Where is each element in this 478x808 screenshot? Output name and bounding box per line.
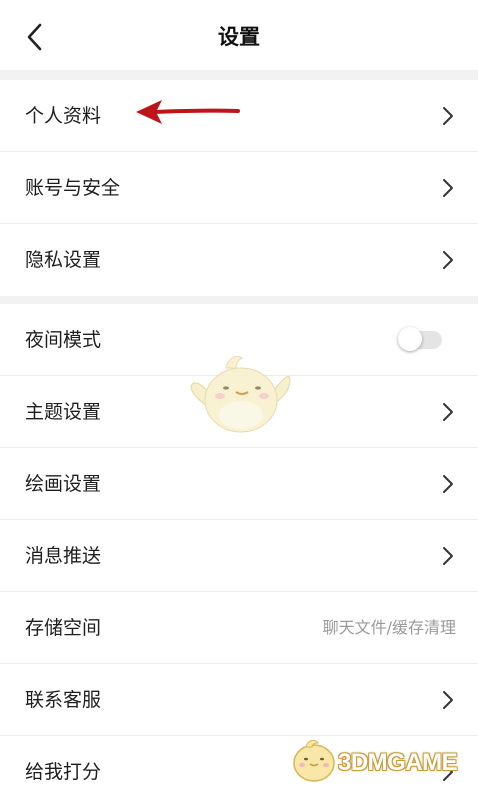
chevron-right-icon xyxy=(443,475,453,493)
settings-item-label: 主题设置 xyxy=(25,401,102,423)
chevron-right-icon xyxy=(443,179,453,197)
settings-item-privacy[interactable]: 隐私设置 xyxy=(0,224,478,296)
settings-item-label: 存储空间 xyxy=(25,617,102,639)
watermark-text: 3DMGAME xyxy=(338,749,458,776)
settings-item-label: 消息推送 xyxy=(25,545,102,567)
chevron-right-icon xyxy=(443,107,453,125)
chevron-right-icon xyxy=(443,547,453,565)
nav-header: 设置 xyxy=(0,0,478,70)
settings-item-label: 账号与安全 xyxy=(25,177,121,199)
annotation-arrow-icon xyxy=(136,100,240,124)
duck-logo-icon xyxy=(293,739,335,782)
settings-item-label: 绘画设置 xyxy=(25,473,102,495)
night-mode-toggle[interactable] xyxy=(398,327,442,351)
settings-item-label: 联系客服 xyxy=(25,689,102,711)
toggle-knob xyxy=(398,327,422,351)
chevron-right-icon xyxy=(443,691,453,709)
settings-item-label: 隐私设置 xyxy=(25,249,102,271)
storage-hint: 聊天文件/缓存清理 xyxy=(322,618,456,637)
mascot-watermark-icon xyxy=(190,355,291,433)
settings-item-storage[interactable]: 存储空间 聊天文件/缓存清理 xyxy=(0,592,478,664)
chevron-right-icon xyxy=(443,403,453,421)
settings-item-drawing[interactable]: 绘画设置 xyxy=(0,448,478,520)
settings-item-customer-service[interactable]: 联系客服 xyxy=(0,664,478,736)
settings-item-notifications[interactable]: 消息推送 xyxy=(0,520,478,592)
settings-item-label: 给我打分 xyxy=(25,761,102,783)
settings-item-label: 夜间模式 xyxy=(25,329,102,351)
watermark: 3DMGAME xyxy=(286,735,476,785)
settings-item-label: 个人资料 xyxy=(25,105,102,127)
settings-item-account-security[interactable]: 账号与安全 xyxy=(0,152,478,224)
chevron-right-icon xyxy=(443,251,453,269)
page-title: 设置 xyxy=(218,25,260,49)
